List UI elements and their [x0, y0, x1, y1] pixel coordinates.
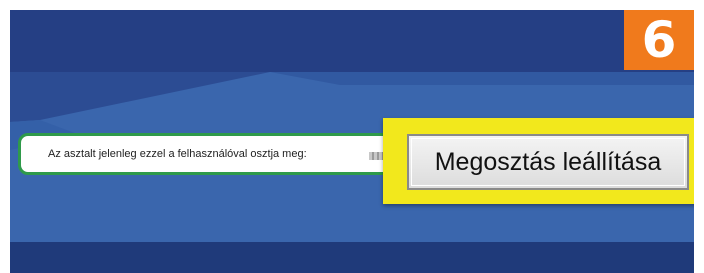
stop-sharing-button[interactable]: Megosztás leállítása	[407, 134, 689, 190]
stop-sharing-button-label: Megosztás leállítása	[411, 138, 685, 186]
sharing-status-bar: Az asztalt jelenleg ezzel a felhasználóv…	[18, 133, 418, 175]
step-number-badge: 6	[624, 10, 694, 70]
bottom-band	[10, 242, 694, 273]
sharing-status-text: Az asztalt jelenleg ezzel a felhasználóv…	[48, 148, 307, 160]
highlight-box: Megosztás leállítása	[383, 118, 694, 204]
desktop-screen: 6 Az asztalt jelenleg ezzel a felhasznál…	[10, 10, 694, 273]
